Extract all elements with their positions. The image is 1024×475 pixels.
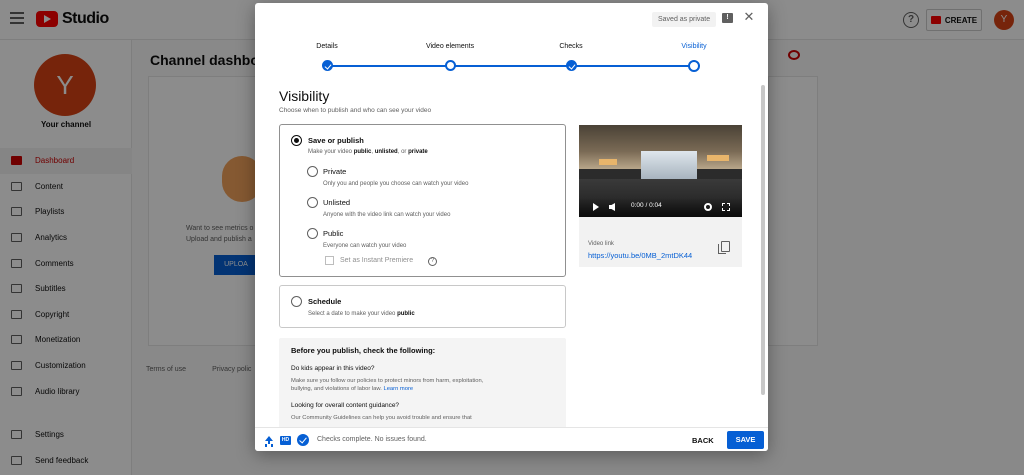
upload-icon [265,436,273,445]
save-button[interactable]: SAVE [727,431,764,449]
check-icon [322,60,333,71]
unlisted-desc: Anyone with the video link can watch you… [323,212,451,218]
dialog-header: Saved as private ✕ [255,3,768,35]
current-step-dot-icon [688,60,700,72]
play-icon[interactable] [593,203,599,211]
dialog-footer: HD Checks complete. No issues found. BAC… [255,427,768,451]
info-icon[interactable]: ? [428,257,437,266]
fullscreen-icon[interactable] [722,203,730,211]
prepublish-checklist: Before you publish, check the following:… [279,338,566,427]
schedule-label: Schedule [308,297,342,306]
video-link-url[interactable]: https://youtu.be/0MB_2mtDK44 [588,251,692,260]
upload-dialog: Saved as private ✕ Details Video element… [255,3,768,451]
video-link-panel: Video link https://youtu.be/0MB_2mtDK44 [579,217,742,267]
step-details[interactable]: Details [277,41,377,71]
saved-status-badge: Saved as private [652,12,717,27]
time-display: 0:00 / 0:04 [631,202,662,209]
guidance-question: Looking for overall content guidance? [291,402,400,409]
save-publish-desc: Make your video public, unlisted, or pri… [308,149,428,155]
checks-status-text: Checks complete. No issues found. [317,436,427,443]
kids-policy-text: Make sure you follow our policies to pro… [291,378,484,392]
video-preview-player[interactable]: 0:00 / 0:04 [579,125,742,217]
visibility-title: Visibility [279,88,330,104]
copy-icon[interactable] [718,241,730,254]
step-visibility[interactable]: Visibility [644,41,744,72]
step-dot-icon [445,60,456,71]
dialog-content: Visibility Choose when to publish and wh… [255,79,758,427]
schedule-desc: Select a date to make your video public [308,311,415,317]
save-publish-label: Save or publish [308,136,364,145]
public-radio[interactable] [307,228,318,239]
step-checks[interactable]: Checks [521,41,621,71]
kids-question: Do kids appear in this video? [291,365,375,372]
save-or-publish-panel: Save or publish Make your video public, … [279,124,566,277]
hd-icon: HD [280,436,291,445]
check-icon [566,60,577,71]
private-radio[interactable] [307,166,318,177]
unlisted-radio[interactable] [307,197,318,208]
step-video-elements[interactable]: Video elements [400,41,500,71]
checklist-title: Before you publish, check the following: [291,346,436,355]
save-publish-radio[interactable] [291,135,302,146]
public-desc: Everyone can watch your video [323,243,407,249]
back-button[interactable]: BACK [692,433,714,448]
unlisted-label: Unlisted [323,198,351,207]
schedule-radio[interactable] [291,296,302,307]
upload-stepper: Details Video elements Checks Visibility [255,41,768,73]
report-feedback-icon[interactable] [722,13,733,23]
schedule-panel: Schedule Select a date to make your vide… [279,285,566,328]
video-link-label: Video link [588,241,614,247]
close-icon[interactable]: ✕ [741,9,757,25]
private-label: Private [323,167,347,176]
instant-premiere-label: Set as Instant Premiere [340,257,414,264]
public-label: Public [323,229,344,238]
stepper-line [327,65,695,67]
checks-complete-icon [297,434,309,446]
learn-more-link[interactable]: Learn more [383,386,413,392]
gear-icon[interactable] [704,203,712,211]
visibility-subtitle: Choose when to publish and who can see y… [279,107,432,114]
instant-premiere-checkbox[interactable] [325,256,334,265]
guidelines-text: Our Community Guidelines can help you av… [291,415,472,421]
private-desc: Only you and people you choose can watch… [323,181,469,187]
dialog-scrollbar[interactable] [761,85,765,395]
